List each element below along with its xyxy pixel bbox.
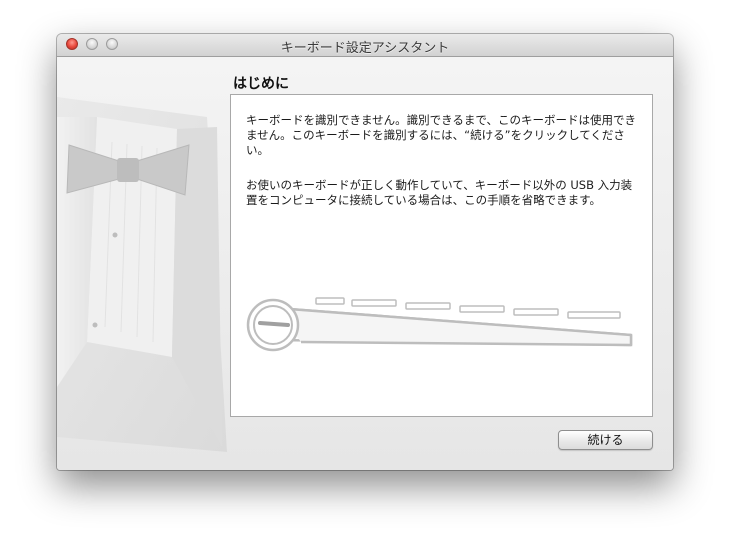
- title-bar[interactable]: キーボード設定アシスタント: [57, 34, 673, 57]
- keyboard-illustration: [246, 297, 633, 352]
- section-heading: はじめに: [233, 76, 289, 92]
- instruction-panel: キーボードを識別できません。識別できるまで、このキーボードは使用できません。この…: [230, 94, 653, 417]
- continue-button[interactable]: 続ける: [558, 430, 653, 450]
- tuxedo-illustration: [57, 97, 227, 452]
- window-title: キーボード設定アシスタント: [280, 41, 450, 56]
- instruction-paragraph-1: キーボードを識別できません。識別できるまで、このキーボードは使用できません。この…: [246, 113, 636, 157]
- instruction-paragraph-2: お使いのキーボードが正しく動作していて、キーボード以外の USB 入力装置をコン…: [246, 178, 633, 207]
- assistant-window: キーボード設定アシスタント はじめに キーボードを識別できません。識別できるまで…: [57, 34, 673, 470]
